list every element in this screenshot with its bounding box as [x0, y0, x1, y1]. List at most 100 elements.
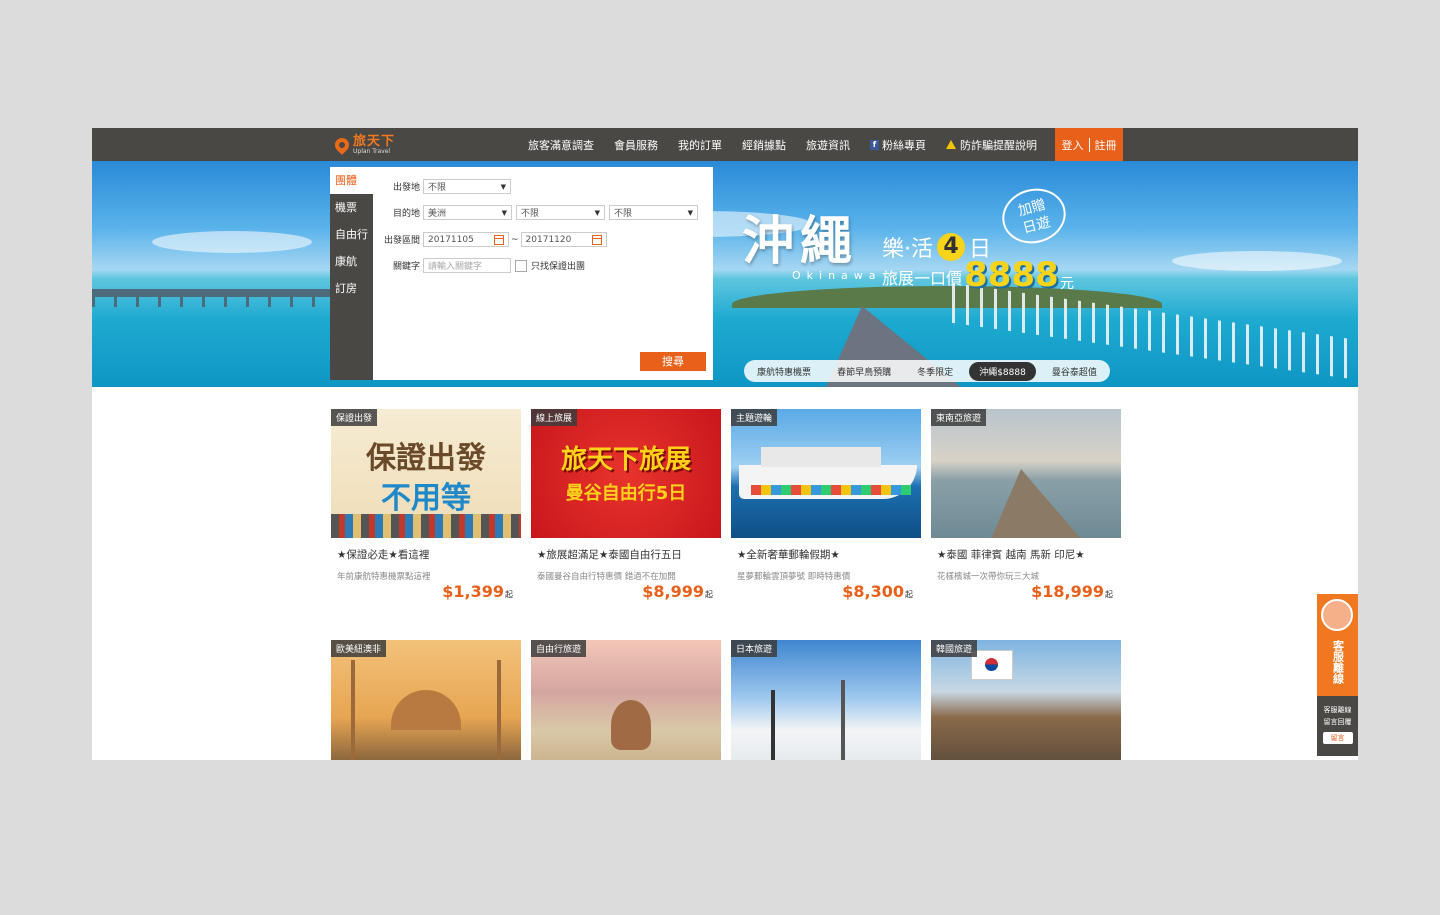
- calendar-icon[interactable]: [494, 234, 504, 245]
- departure-select[interactable]: 不限 ▼: [423, 179, 511, 194]
- card-price-value: $8,999: [642, 582, 704, 601]
- calendar-icon[interactable]: [591, 234, 602, 245]
- search-button[interactable]: 搜尋: [640, 352, 706, 371]
- chevron-down-icon: ▼: [687, 208, 693, 217]
- nav-orders[interactable]: 我的訂單: [678, 137, 722, 153]
- destination-label: 目的地: [392, 209, 420, 219]
- skyline-graphic: [331, 514, 521, 538]
- nav-anti-fraud[interactable]: 防詐騙提醒說明: [946, 137, 1037, 153]
- nav-travel-info[interactable]: 旅遊資訊: [806, 137, 850, 153]
- page-frame: 旅天下 Uplan Travel 旅客滿意調查 會員服務 我的訂單 經銷據點 旅…: [92, 128, 1358, 760]
- agent-avatar-icon: [1321, 599, 1353, 631]
- destination-region-value: 美洲: [428, 209, 447, 219]
- card-price-value: $18,999: [1031, 582, 1104, 601]
- card-image-text: 保證出發: [366, 441, 486, 476]
- departure-row: 出發地 不限 ▼: [378, 179, 515, 194]
- card-image[interactable]: 旅天下旅展 曼谷自由行5日 線上旅展: [531, 409, 721, 538]
- card-title[interactable]: ★泰國 菲律賓 越南 馬新 印尼★: [937, 547, 1121, 562]
- cloud: [152, 231, 312, 253]
- card-title[interactable]: ★保證必走★看這裡: [337, 547, 521, 562]
- chevron-down-icon: ▼: [500, 182, 506, 191]
- destination-row: 目的地 美洲 ▼ 不限 ▼ 不限 ▼: [378, 205, 702, 220]
- keyword-placeholder: 請輸入關鍵字: [428, 262, 483, 272]
- promo-bubble: 加贈 日遊: [996, 181, 1072, 251]
- card-price-unit: 起: [1105, 590, 1113, 599]
- login-link[interactable]: 登入: [1057, 137, 1089, 153]
- service-status-text: 客服離線: [1331, 640, 1345, 684]
- card-image[interactable]: 東南亞旅遊: [931, 409, 1121, 538]
- date-row: 出發區間 20171105 ~ 20171120: [378, 232, 611, 247]
- promo-price-unit: 元: [1060, 276, 1074, 292]
- card-image[interactable]: 韓國旅遊: [931, 640, 1121, 760]
- taeguk-icon: [985, 658, 998, 671]
- card-image[interactable]: 主題遊輪: [731, 409, 921, 538]
- card-tag: 韓國旅遊: [931, 640, 978, 657]
- card-image[interactable]: 保證出發 不用等 保證出發: [331, 409, 521, 538]
- date-to-input[interactable]: 20171120: [520, 232, 607, 247]
- leave-message-button[interactable]: 留言: [1322, 732, 1353, 744]
- hero-tab[interactable]: 康航特惠機票: [747, 362, 821, 381]
- date-from-input[interactable]: 20171105: [423, 232, 509, 247]
- card-title[interactable]: ★全新奢華郵輪假期★: [737, 547, 921, 562]
- service-panel[interactable]: 客服離線: [1317, 594, 1358, 696]
- hero-tab[interactable]: 冬季限定: [907, 362, 963, 381]
- card-image[interactable]: 日本旅遊: [731, 640, 921, 760]
- card-desc: 星夢郵輪雲頂夢號 即時特惠價: [737, 572, 851, 582]
- card-tag: 主題遊輪: [731, 409, 778, 426]
- mosque-dome: [391, 690, 461, 730]
- card-price-value: $1,399: [442, 582, 504, 601]
- card-price: $18,999起: [1031, 582, 1113, 601]
- card-tag: 保證出發: [331, 409, 378, 426]
- nav-dealers[interactable]: 經銷據點: [742, 137, 786, 153]
- product-card[interactable]: 日本旅遊: [731, 640, 921, 760]
- tab-group-tour[interactable]: 團體: [330, 167, 373, 194]
- bridge-posts: [92, 297, 330, 307]
- product-card[interactable]: 主題遊輪 ★全新奢華郵輪假期★ 星夢郵輪雲頂夢號 即時特惠價 $8,300起: [731, 409, 921, 601]
- nav-survey[interactable]: 旅客滿意調查: [528, 137, 594, 153]
- product-card[interactable]: 韓國旅遊: [931, 640, 1121, 760]
- card-price-unit: 起: [905, 590, 913, 599]
- register-link[interactable]: 註冊: [1090, 137, 1122, 153]
- top-navbar: 旅天下 Uplan Travel 旅客滿意調查 會員服務 我的訂單 經銷據點 旅…: [92, 128, 1358, 161]
- keyword-row: 關鍵字 請輸入關鍵字 只找保證出團: [378, 258, 585, 273]
- product-card[interactable]: 歐美紐澳非: [331, 640, 521, 760]
- hero-tab-active[interactable]: 沖繩$8888: [969, 361, 1036, 381]
- minaret: [497, 660, 501, 760]
- card-image[interactable]: 歐美紐澳非: [331, 640, 521, 760]
- card-price-unit: 起: [705, 590, 713, 599]
- card-tag: 自由行旅遊: [531, 640, 587, 657]
- hero-banner[interactable]: 沖繩 樂·活 4 日 加贈 日遊 Okinawa 旅展一口價 8888 元 康航…: [92, 161, 1358, 387]
- card-price-value: $8,300: [842, 582, 904, 601]
- search-tabs: 團體 機票 自由行 康航 訂房: [330, 167, 373, 380]
- destination-region-select[interactable]: 美洲 ▼: [423, 205, 512, 220]
- minaret: [351, 660, 355, 760]
- nav-fanpage[interactable]: f 粉絲專頁: [870, 137, 926, 153]
- shell-graphic: [611, 700, 651, 750]
- hero-tab[interactable]: 春節早鳥預購: [827, 362, 901, 381]
- site-logo[interactable]: 旅天下 Uplan Travel: [332, 132, 395, 158]
- tab-hotel[interactable]: 訂房: [330, 275, 373, 302]
- product-card[interactable]: 東南亞旅遊 ★泰國 菲律賓 越南 馬新 印尼★ 花樣檳城一次帶你玩三大城 $18…: [931, 409, 1121, 601]
- card-desc: 花樣檳城一次帶你玩三大城: [937, 572, 1040, 582]
- pier-graphic: [991, 469, 1081, 538]
- facebook-icon: f: [870, 139, 879, 150]
- tab-flights[interactable]: 機票: [330, 194, 373, 221]
- card-image[interactable]: 自由行旅遊: [531, 640, 721, 760]
- nav-member[interactable]: 會員服務: [614, 137, 658, 153]
- product-card[interactable]: 旅天下旅展 曼谷自由行5日 線上旅展 ★旅展超滿足★泰國自由行五日 泰國曼谷自由…: [531, 409, 721, 601]
- destination-country-select[interactable]: 不限 ▼: [516, 205, 605, 220]
- customer-service-widget: 客服離線 客服離線 留言回覆 留言: [1317, 594, 1358, 756]
- product-card[interactable]: 保證出發 不用等 保證出發 ★保證必走★看這裡 年前康航特惠機票點這裡 $1,3…: [331, 409, 521, 601]
- keyword-input[interactable]: 請輸入關鍵字: [423, 258, 511, 273]
- departure-label: 出發地: [392, 183, 420, 193]
- tab-kanghang[interactable]: 康航: [330, 248, 373, 275]
- card-tag: 東南亞旅遊: [931, 409, 987, 426]
- hero-tab[interactable]: 曼谷泰超值: [1042, 362, 1107, 381]
- destination-city-select[interactable]: 不限 ▼: [609, 205, 698, 220]
- tab-free-travel[interactable]: 自由行: [330, 221, 373, 248]
- chevron-down-icon: ▼: [594, 208, 600, 217]
- guarantee-checkbox[interactable]: [515, 259, 527, 272]
- ship-paint: [751, 485, 911, 495]
- card-title[interactable]: ★旅展超滿足★泰國自由行五日: [537, 547, 721, 562]
- product-card[interactable]: 自由行旅遊: [531, 640, 721, 760]
